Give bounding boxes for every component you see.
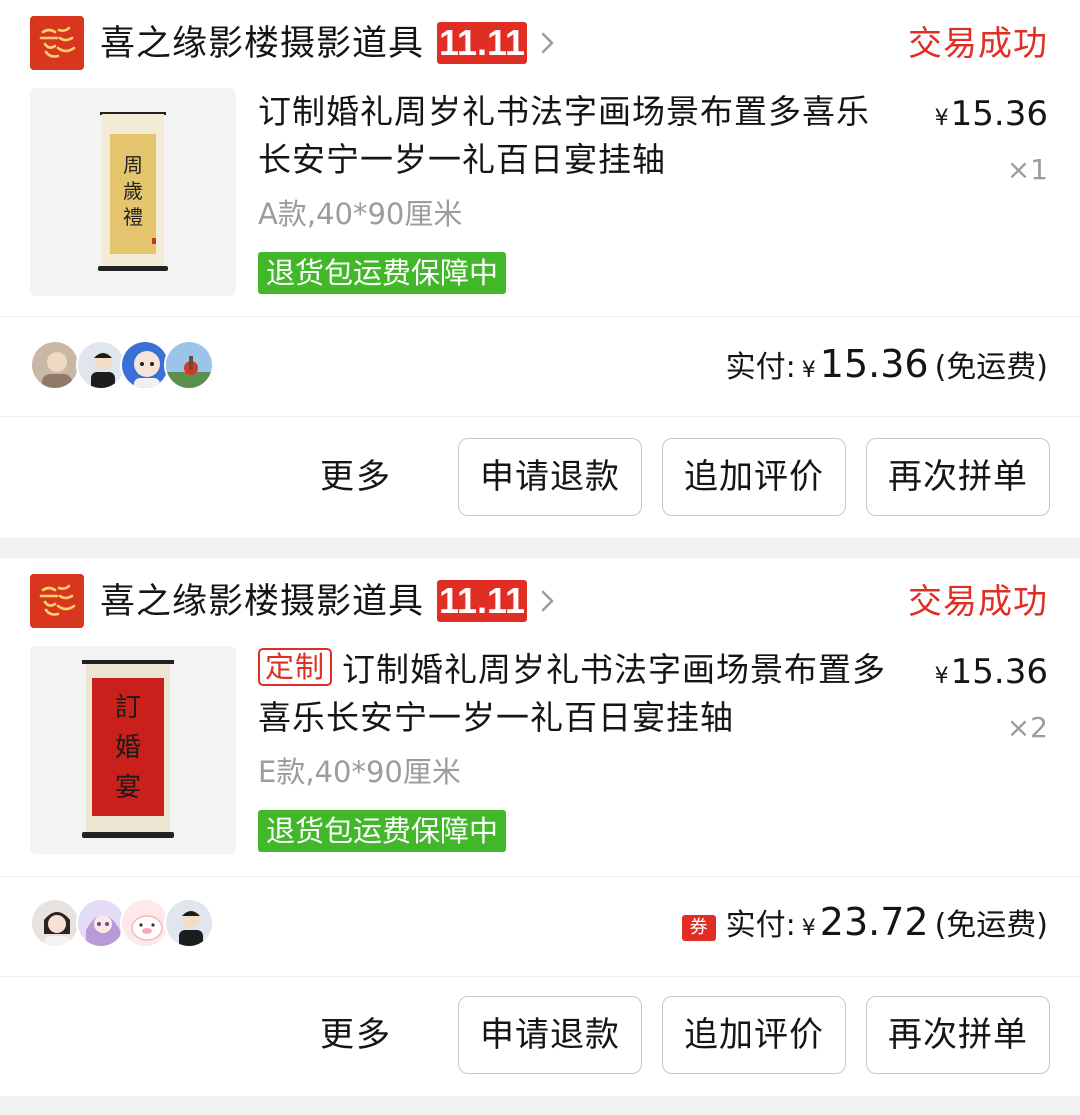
product-title-text[interactable]: 订制婚礼周岁礼书法字画场景布置多喜乐长安宁一岁一礼百日宴挂轴: [258, 650, 886, 737]
paid-label: 实付:: [725, 908, 796, 943]
return-shipping-guarantee-badge: 退货包运费保障中: [258, 810, 507, 852]
buyer-avatar: [30, 898, 80, 948]
payment-summary: 实付: ¥ 15.36 (免运费): [0, 318, 1080, 416]
add-review-button[interactable]: 追加评价: [662, 996, 846, 1074]
more-button[interactable]: 更多: [320, 454, 392, 500]
shop-name[interactable]: 喜之缘影楼摄影道具: [100, 20, 424, 68]
currency-symbol: ¥: [934, 106, 949, 131]
svg-text:訂: 訂: [115, 693, 141, 723]
paid-label: 实付:: [725, 350, 796, 385]
payment-summary: 券 实付: ¥ 23.72 (免运费): [0, 876, 1080, 974]
divider: [0, 976, 1080, 977]
divider: [0, 416, 1080, 417]
product-thumbnail[interactable]: 訂 婚 宴: [30, 646, 236, 854]
svg-text:禮: 禮: [123, 205, 143, 229]
buyer-avatar: [76, 340, 126, 390]
chevron-right-icon[interactable]: [538, 584, 558, 618]
currency-symbol: ¥: [801, 916, 816, 941]
product-spec: E款,40*90厘米: [258, 755, 461, 789]
svg-text:歲: 歲: [123, 179, 143, 203]
order-card[interactable]: 喜之缘影楼摄影道具 11.11 交易成功 周 歲 禮 订制婚礼周岁礼书法字画场景…: [0, 0, 1080, 538]
chevron-right-icon[interactable]: [538, 26, 558, 60]
order-status: 交易成功: [908, 582, 1048, 622]
currency-symbol: ¥: [934, 664, 949, 689]
product-price: ¥15.36: [935, 92, 1048, 141]
product-title[interactable]: 订制婚礼周岁礼书法字画场景布置多喜乐长安宁一岁一礼百日宴挂轴: [258, 88, 888, 184]
svg-text:宴: 宴: [115, 773, 141, 803]
buyer-avatar: [120, 340, 170, 390]
shop-logo: [30, 16, 84, 70]
product-title-text[interactable]: 订制婚礼周岁礼书法字画场景布置多喜乐长安宁一岁一礼百日宴挂轴: [258, 92, 870, 179]
paid-amount-line: 券 实付: ¥ 23.72 (免运费): [681, 900, 1048, 950]
shop-header[interactable]: 喜之缘影楼摄影道具 11.11 交易成功: [0, 14, 1080, 76]
request-refund-button[interactable]: 申请退款: [458, 996, 642, 1074]
svg-text:周: 周: [123, 153, 143, 177]
buyer-avatar: [30, 340, 80, 390]
price-value: 15.36: [950, 94, 1048, 134]
product-price: ¥15.36: [935, 650, 1048, 699]
svg-text:婚: 婚: [115, 733, 141, 763]
currency-symbol: ¥: [801, 358, 816, 383]
paid-amount: 15.36: [819, 342, 929, 386]
product-thumbnail[interactable]: 周 歲 禮: [30, 88, 236, 296]
request-refund-button[interactable]: 申请退款: [458, 438, 642, 516]
buyer-avatar: [164, 898, 214, 948]
custom-made-tag: 定制: [258, 648, 333, 686]
product-item[interactable]: 訂 婚 宴 定制 订制婚礼周岁礼书法字画场景布置多喜乐长安宁一岁一礼百日宴挂轴 ¥…: [0, 646, 1080, 858]
buyer-avatar: [76, 898, 126, 948]
buyer-avatar: [120, 898, 170, 948]
order-actions: 更多 申请退款 追加评价 再次拼单: [0, 420, 1080, 520]
promo-badge: 11.11: [437, 580, 527, 622]
shipping-note: (免运费): [934, 908, 1048, 943]
promo-badge: 11.11: [437, 22, 527, 64]
return-shipping-guarantee-badge: 退货包运费保障中: [258, 252, 507, 294]
divider: [0, 316, 1080, 317]
paid-amount: 23.72: [819, 900, 929, 944]
product-quantity: ×1: [1006, 153, 1048, 186]
reorder-button[interactable]: 再次拼单: [866, 438, 1050, 516]
add-review-button[interactable]: 追加评价: [662, 438, 846, 516]
product-quantity: ×2: [1006, 711, 1048, 744]
order-status: 交易成功: [908, 24, 1048, 64]
shop-header[interactable]: 喜之缘影楼摄影道具 11.11 交易成功: [0, 572, 1080, 634]
order-card[interactable]: 喜之缘影楼摄影道具 11.11 交易成功 訂 婚 宴 定制 订制婚礼周岁礼书法字画…: [0, 558, 1080, 1096]
shop-name[interactable]: 喜之缘影楼摄影道具: [100, 578, 424, 626]
more-button[interactable]: 更多: [320, 1012, 392, 1058]
product-spec: A款,40*90厘米: [258, 197, 463, 231]
coupon-icon: 券: [681, 915, 716, 941]
reorder-button[interactable]: 再次拼单: [866, 996, 1050, 1074]
shop-logo: [30, 574, 84, 628]
shipping-note: (免运费): [934, 350, 1048, 385]
product-item[interactable]: 周 歲 禮 订制婚礼周岁礼书法字画场景布置多喜乐长安宁一岁一礼百日宴挂轴 ¥15…: [0, 88, 1080, 300]
price-value: 15.36: [950, 652, 1048, 692]
product-title[interactable]: 定制 订制婚礼周岁礼书法字画场景布置多喜乐长安宁一岁一礼百日宴挂轴: [258, 646, 888, 742]
order-actions: 更多 申请退款 追加评价 再次拼单: [0, 978, 1080, 1078]
paid-amount-line: 实付: ¥ 15.36 (免运费): [726, 342, 1048, 392]
buyer-avatar: [164, 340, 214, 390]
